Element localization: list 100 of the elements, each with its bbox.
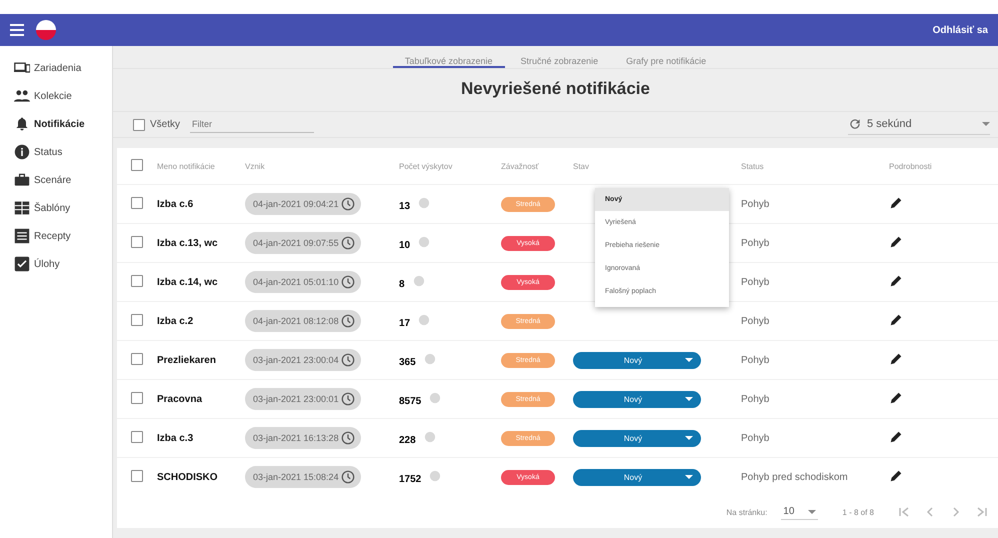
table-cell: Izba c.6 xyxy=(156,184,244,224)
time-chip: 04-jan-2021 05:01:10 xyxy=(245,271,361,293)
column-header: Počet výskytov xyxy=(398,148,500,184)
caret-icon xyxy=(685,475,693,479)
count-text: 365 xyxy=(399,356,416,368)
table-cell: Pohyb xyxy=(740,262,888,302)
sidebar-item[interactable]: Šablóny xyxy=(0,194,112,222)
clock-icon[interactable] xyxy=(340,431,355,445)
table-cell: Pohyb xyxy=(740,224,888,262)
page-title: Nevyriešené notifikácie xyxy=(113,69,998,112)
sidebar-item[interactable]: Status xyxy=(0,138,112,166)
sidebar-item[interactable]: Kolekcie xyxy=(0,82,112,110)
clock-icon[interactable] xyxy=(340,197,355,211)
checkbox[interactable] xyxy=(131,430,143,442)
column-header: Závažnosť xyxy=(500,148,572,184)
edit-icon[interactable] xyxy=(889,274,903,288)
table-cell: Izba c.2 xyxy=(156,302,244,340)
caret-icon xyxy=(982,122,990,126)
last-page-icon[interactable] xyxy=(976,506,988,518)
column-header: Stav xyxy=(572,148,740,184)
info-dot-icon[interactable] xyxy=(412,274,425,286)
table-cell: Pohyb pred schodiskom xyxy=(740,458,888,496)
refresh-icon xyxy=(848,117,862,131)
sidebar-item[interactable]: Notifikácie xyxy=(0,110,112,138)
table-cell: Izba c.14, wc xyxy=(156,262,244,302)
state-select[interactable]: Nový xyxy=(573,468,701,486)
count-text: 8 xyxy=(399,278,405,290)
checkbox[interactable] xyxy=(131,236,143,248)
info-dot-icon[interactable] xyxy=(418,196,430,208)
info-dot-icon[interactable] xyxy=(429,470,442,482)
logout-button[interactable]: Odhlásiť sa xyxy=(932,20,988,40)
menu-icon[interactable] xyxy=(10,24,24,36)
info-dot-icon[interactable] xyxy=(424,430,436,442)
count-text: 13 xyxy=(399,200,410,212)
table-cell: Izba c.13, wc xyxy=(156,224,244,262)
info-dot-icon[interactable] xyxy=(429,392,442,404)
page-size-select[interactable]: 10 xyxy=(781,504,818,520)
table-cell: SCHODISKO xyxy=(156,458,244,496)
table-cell: Pohyb xyxy=(740,340,888,380)
time-chip: 03-jan-2021 23:00:04 xyxy=(245,349,361,371)
time-chip: 03-jan-2021 23:00:01 xyxy=(245,388,361,410)
info-dot-icon[interactable] xyxy=(418,314,430,326)
table-icon xyxy=(14,200,30,216)
column-header: Meno notifikácie xyxy=(156,148,244,184)
table-cell: Pracovna xyxy=(156,380,244,418)
filter-field[interactable]: Filter xyxy=(190,116,314,133)
count-text: 228 xyxy=(399,434,416,446)
caret-icon xyxy=(685,436,693,440)
clock-icon[interactable] xyxy=(340,470,355,484)
state-select[interactable]: Nový xyxy=(573,352,701,368)
flag-logo-icon xyxy=(36,20,56,40)
edit-icon[interactable] xyxy=(889,196,903,210)
clock-icon[interactable] xyxy=(340,392,355,406)
checkbox-label: Všetky xyxy=(150,119,180,130)
clock-icon[interactable] xyxy=(340,314,355,328)
first-page-icon[interactable] xyxy=(898,506,910,518)
sidebar-item[interactable]: Zariadenia xyxy=(0,54,112,82)
checkbox-icon xyxy=(14,256,30,272)
page-size-label: Na stránku: xyxy=(726,508,768,516)
sidebar-item[interactable]: Úlohy xyxy=(0,250,112,278)
briefcase-icon xyxy=(14,172,30,188)
caret-icon xyxy=(808,510,816,514)
checkbox[interactable] xyxy=(133,118,145,130)
bell-icon xyxy=(14,116,30,132)
edit-icon[interactable] xyxy=(889,430,903,444)
clock-icon[interactable] xyxy=(340,236,355,250)
state-select[interactable]: Nový xyxy=(573,390,701,408)
table-cell: Pohyb xyxy=(740,302,888,340)
refresh-select[interactable]: 5 sekúnd xyxy=(848,114,990,135)
edit-icon[interactable] xyxy=(889,390,903,404)
table-cell: Pohyb xyxy=(740,418,888,458)
info-dot-icon[interactable] xyxy=(418,236,430,248)
count-text: 10 xyxy=(399,240,410,250)
edit-icon[interactable] xyxy=(889,468,903,482)
caret-icon xyxy=(685,358,693,362)
time-chip: 04-jan-2021 09:07:55 xyxy=(245,232,361,254)
edit-icon[interactable] xyxy=(889,234,903,248)
edit-icon[interactable] xyxy=(889,352,903,366)
checkbox[interactable] xyxy=(131,314,143,326)
list-icon xyxy=(14,228,30,244)
checkbox[interactable] xyxy=(131,470,143,482)
state-select[interactable]: Nový xyxy=(573,430,701,446)
people-icon xyxy=(14,88,30,104)
edit-icon[interactable] xyxy=(889,312,903,326)
sidebar-item[interactable]: Recepty xyxy=(0,222,112,250)
table-cell: Prezliekaren xyxy=(156,340,244,380)
table-cell: Pohyb xyxy=(740,184,888,224)
time-chip: 04-jan-2021 08:12:08 xyxy=(245,310,361,332)
time-chip: 03-jan-2021 16:13:28 xyxy=(245,427,361,449)
checkbox[interactable] xyxy=(131,159,143,171)
clock-icon[interactable] xyxy=(340,353,355,367)
checkbox[interactable] xyxy=(131,274,143,286)
checkbox[interactable] xyxy=(131,196,143,208)
count-text: 1752 xyxy=(399,474,422,484)
caret-icon xyxy=(685,397,693,401)
clock-icon[interactable] xyxy=(340,275,355,289)
sidebar-item[interactable]: Scenáre xyxy=(0,166,112,194)
checkbox[interactable] xyxy=(131,352,143,364)
checkbox[interactable] xyxy=(131,392,143,404)
info-dot-icon[interactable] xyxy=(424,352,436,364)
